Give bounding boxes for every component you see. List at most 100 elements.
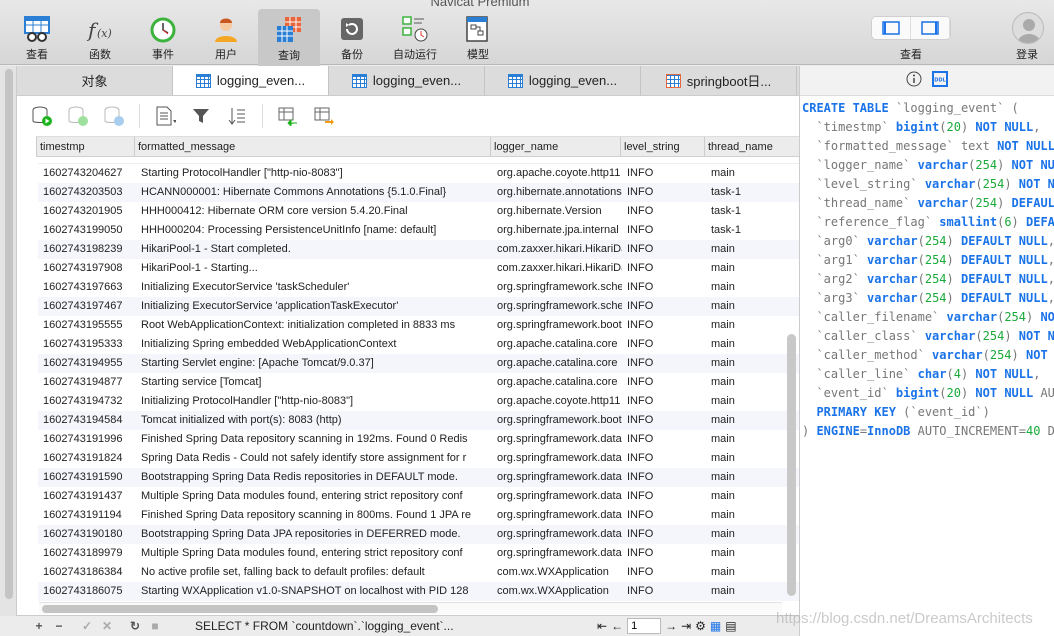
toolbar-button-alarm-clock[interactable]: 事件 <box>132 8 194 65</box>
table-row[interactable]: 1602743190180 Bootstrapping Spring Data J… <box>38 525 800 544</box>
cell-thread_name[interactable]: main <box>706 354 783 373</box>
sort-icon[interactable] <box>226 105 248 127</box>
cell-formatted_message[interactable]: Starting service [Tomcat] <box>136 373 492 392</box>
tab-0[interactable]: 对象 <box>17 66 173 95</box>
table-row[interactable]: 1602743203503 HCANN000001: Hibernate Comm… <box>38 183 800 202</box>
cell-thread_name[interactable]: main <box>706 240 783 259</box>
cell-formatted_message[interactable]: HikariPool-1 - Start completed. <box>136 240 492 259</box>
prev-page-icon[interactable]: ← <box>611 619 623 633</box>
cell-timestmp[interactable]: 1602743186384 <box>38 563 136 582</box>
tab-1[interactable]: logging_even... <box>173 66 329 95</box>
cell-formatted_message[interactable]: Finished Spring Data repository scanning… <box>136 430 492 449</box>
toolbar-button-backup[interactable]: 备份 <box>321 8 383 65</box>
cell-timestmp[interactable]: 1602743194584 <box>38 411 136 430</box>
cell-level_string[interactable]: INFO <box>622 449 706 468</box>
horizontal-scrollbar[interactable] <box>39 602 782 614</box>
cell-thread_name[interactable]: main <box>706 582 783 601</box>
gear-icon[interactable]: ⚙ <box>695 619 706 633</box>
cell-level_string[interactable]: INFO <box>622 468 706 487</box>
cell-level_string[interactable]: INFO <box>622 335 706 354</box>
table-row[interactable]: 1602743197663 Initializing ExecutorServic… <box>38 278 800 297</box>
cell-formatted_message[interactable]: Tomcat initialized with port(s): 8083 (h… <box>136 411 492 430</box>
cell-formatted_message[interactable]: Initializing ExecutorService 'applicatio… <box>136 297 492 316</box>
cell-formatted_message[interactable]: Initializing ProtocolHandler ["http-nio-… <box>136 392 492 411</box>
next-page-icon[interactable]: → <box>665 619 677 633</box>
table-row[interactable]: 1602743191590 Bootstrapping Spring Data R… <box>38 468 800 487</box>
table-row[interactable]: 1602743194732 Initializing ProtocolHandle… <box>38 392 800 411</box>
table-row[interactable]: 1602743191824 Spring Data Redis - Could n… <box>38 449 800 468</box>
cell-thread_name[interactable]: main <box>706 506 783 525</box>
discard-icon[interactable]: ✕ <box>97 619 117 633</box>
cell-timestmp[interactable]: 1602743194955 <box>38 354 136 373</box>
cell-timestmp[interactable]: 1602743195555 <box>38 316 136 335</box>
cell-formatted_message[interactable]: Multiple Spring Data modules found, ente… <box>136 544 492 563</box>
cell-level_string[interactable]: INFO <box>622 487 706 506</box>
cell-formatted_message[interactable]: Starting ProtocolHandler ["http-nio-8083… <box>136 164 492 183</box>
cell-logger_name[interactable]: com.wx.WXApplication <box>492 563 622 582</box>
cell-level_string[interactable]: INFO <box>622 563 706 582</box>
table-row[interactable]: 1602743195333 Initializing Spring embedde… <box>38 335 800 354</box>
cell-level_string[interactable]: INFO <box>622 164 706 183</box>
cell-timestmp[interactable]: 1602743195333 <box>38 335 136 354</box>
vertical-scrollbar[interactable] <box>787 334 796 596</box>
table-row[interactable]: 1602743195555 Root WebApplicationContext:… <box>38 316 800 335</box>
cell-level_string[interactable]: INFO <box>622 544 706 563</box>
cell-timestmp[interactable]: 1602743194877 <box>38 373 136 392</box>
cell-timestmp[interactable]: 1602743191194 <box>38 506 136 525</box>
cell-logger_name[interactable]: org.hibernate.Version <box>492 202 622 221</box>
page-input[interactable] <box>627 618 662 634</box>
cell-formatted_message[interactable]: Starting WXApplication v1.0-SNAPSHOT on … <box>136 582 492 601</box>
cell-level_string[interactable]: INFO <box>622 582 706 601</box>
cell-thread_name[interactable]: main <box>706 392 783 411</box>
cell-formatted_message[interactable]: HHH000204: Processing PersistenceUnitInf… <box>136 221 492 240</box>
cell-logger_name[interactable]: org.apache.catalina.core <box>492 354 622 373</box>
cell-thread_name[interactable]: main <box>706 430 783 449</box>
cell-logger_name[interactable]: org.springframework.data <box>492 506 622 525</box>
cell-level_string[interactable]: INFO <box>622 430 706 449</box>
cell-level_string[interactable]: INFO <box>622 316 706 335</box>
cell-thread_name[interactable]: main <box>706 525 783 544</box>
cell-formatted_message[interactable]: Initializing ExecutorService 'taskSchedu… <box>136 278 492 297</box>
cell-logger_name[interactable]: org.apache.coyote.http11 <box>492 392 622 411</box>
run-query-icon[interactable] <box>31 105 53 127</box>
cell-logger_name[interactable]: org.apache.catalina.core <box>492 373 622 392</box>
last-page-icon[interactable]: ⇥ <box>681 619 691 633</box>
cell-formatted_message[interactable]: Bootstrapping Spring Data Redis reposito… <box>136 468 492 487</box>
cell-thread_name[interactable]: main <box>706 449 783 468</box>
cell-logger_name[interactable]: org.springframework.boot <box>492 411 622 430</box>
filter-icon[interactable] <box>190 105 212 127</box>
text-view-dropdown-icon[interactable] <box>154 105 176 127</box>
cell-logger_name[interactable]: org.springframework.scheduling <box>492 297 622 316</box>
tab-4[interactable]: springboot日... <box>641 66 797 95</box>
cell-level_string[interactable]: INFO <box>622 525 706 544</box>
cell-formatted_message[interactable]: Spring Data Redis - Could not safely ide… <box>136 449 492 468</box>
cell-formatted_message[interactable]: No active profile set, falling back to d… <box>136 563 492 582</box>
cell-logger_name[interactable]: org.springframework.boot <box>492 316 622 335</box>
table-row[interactable]: 1602743191194 Finished Spring Data reposi… <box>38 506 800 525</box>
cell-timestmp[interactable]: 1602743189979 <box>38 544 136 563</box>
cell-logger_name[interactable]: org.springframework.data <box>492 468 622 487</box>
table-row[interactable]: 1602743199050 HHH000204: Processing Persi… <box>38 221 800 240</box>
cell-thread_name[interactable]: main <box>706 316 783 335</box>
cell-level_string[interactable]: INFO <box>622 221 706 240</box>
column-header-formatted_message[interactable]: formatted_message <box>134 137 490 156</box>
table-row[interactable]: 1602743191437 Multiple Spring Data module… <box>38 487 800 506</box>
cell-formatted_message[interactable]: HCANN000001: Hibernate Commons Annotatio… <box>136 183 492 202</box>
toolbar-button-model[interactable]: 模型 <box>447 8 509 65</box>
cell-formatted_message[interactable]: Bootstrapping Spring Data JPA repositori… <box>136 525 492 544</box>
cell-timestmp[interactable]: 1602743197908 <box>38 259 136 278</box>
cell-level_string[interactable]: INFO <box>622 506 706 525</box>
cell-timestmp[interactable]: 1602743203503 <box>38 183 136 202</box>
cell-formatted_message[interactable]: HikariPool-1 - Starting... <box>136 259 492 278</box>
info-icon[interactable] <box>906 71 922 90</box>
toolbar-button-table-view[interactable]: 查看 <box>6 8 68 65</box>
toolbar-button-query[interactable]: 查询 <box>258 9 320 66</box>
apply-icon[interactable]: ✓ <box>77 619 97 633</box>
cell-thread_name[interactable]: task-1 <box>706 202 783 221</box>
cell-level_string[interactable]: INFO <box>622 354 706 373</box>
cell-level_string[interactable]: INFO <box>622 202 706 221</box>
commit-icon[interactable] <box>67 105 89 127</box>
cell-level_string[interactable]: INFO <box>622 392 706 411</box>
cell-timestmp[interactable]: 1602743197467 <box>38 297 136 316</box>
cell-timestmp[interactable]: 1602743198239 <box>38 240 136 259</box>
